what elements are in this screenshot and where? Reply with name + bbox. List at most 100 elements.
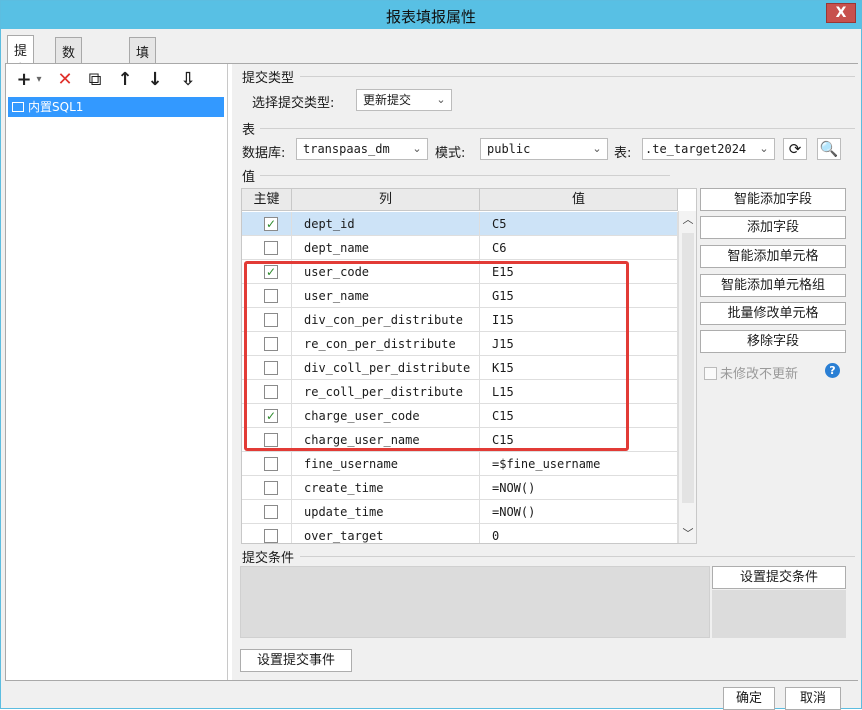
table-row[interactable]: dept_name C6 [242, 236, 678, 260]
database-select[interactable]: transpaas_dm ⌄ [296, 138, 428, 160]
preview-icon[interactable]: 🔍 [817, 138, 841, 160]
table-row[interactable]: ✓ charge_user_code C15 [242, 404, 678, 428]
copy-icon[interactable]: ⧉ [84, 69, 106, 91]
column-name-cell[interactable]: charge_user_name [292, 428, 480, 452]
value-cell[interactable]: C15 [480, 404, 678, 428]
set-submit-event-button[interactable]: 设置提交事件 [240, 649, 352, 672]
refresh-icon[interactable]: ⟳ [783, 138, 807, 160]
scroll-up-icon[interactable]: ︿ [679, 211, 696, 229]
table-row[interactable]: create_time =NOW() [242, 476, 678, 500]
value-cell[interactable]: C5 [480, 212, 678, 236]
primary-key-checkbox[interactable] [264, 241, 278, 255]
smart-add-field-button[interactable]: 智能添加字段 [700, 188, 846, 211]
table-row[interactable]: update_time =NOW() [242, 500, 678, 524]
primary-key-cell [242, 308, 292, 332]
value-cell[interactable]: E15 [480, 260, 678, 284]
checkbox-box[interactable] [704, 367, 717, 380]
tree-item-sql[interactable]: 内置SQL1 [8, 97, 224, 117]
close-button[interactable]: X [826, 3, 856, 23]
column-name-cell[interactable]: user_name [292, 284, 480, 308]
column-name-cell[interactable]: over_target [292, 524, 480, 543]
col-header-column[interactable]: 列 [292, 189, 480, 211]
column-name-cell[interactable]: user_code [292, 260, 480, 284]
primary-key-checkbox[interactable] [264, 337, 278, 351]
value-cell[interactable]: =NOW() [480, 500, 678, 524]
column-name-cell[interactable]: dept_id [292, 212, 480, 236]
add-icon[interactable]: + [14, 69, 34, 91]
table-row[interactable]: div_coll_per_distribute K15 [242, 356, 678, 380]
primary-key-checkbox[interactable] [264, 529, 278, 543]
value-cell[interactable]: C6 [480, 236, 678, 260]
value-cell[interactable]: I15 [480, 308, 678, 332]
table-row[interactable]: ✓ dept_id C5 [242, 212, 678, 236]
title-bar[interactable]: 报表填报属性 X [1, 1, 861, 29]
submit-condition-area [240, 566, 710, 638]
remove-field-button[interactable]: 移除字段 [700, 330, 846, 353]
smart-add-cell-button[interactable]: 智能添加单元格 [700, 245, 846, 268]
primary-key-checkbox[interactable] [264, 385, 278, 399]
add-dropdown-icon[interactable]: ▾ [34, 69, 44, 91]
column-name-cell[interactable]: div_coll_per_distribute [292, 356, 480, 380]
no-update-if-unchanged-checkbox[interactable]: 未修改不更新 [704, 363, 798, 382]
table-header: 主键 列 值 [242, 189, 678, 211]
primary-key-checkbox[interactable]: ✓ [264, 265, 278, 279]
column-name-cell[interactable]: re_coll_per_distribute [292, 380, 480, 404]
primary-key-checkbox[interactable] [264, 361, 278, 375]
primary-key-cell [242, 428, 292, 452]
tab-shortcut-settings[interactable]: 填报快捷键设置 [129, 37, 157, 175]
schema-select[interactable]: public ⌄ [480, 138, 608, 160]
delete-icon[interactable]: ✕ [54, 69, 76, 91]
vertical-scrollbar[interactable]: ︿ ﹀ [678, 211, 696, 543]
table-row[interactable]: div_con_per_distribute I15 [242, 308, 678, 332]
table-row[interactable]: fine_username =$fine_username [242, 452, 678, 476]
col-header-key[interactable]: 主键 [242, 189, 292, 211]
submit-type-select[interactable]: 更新提交 ⌄ [356, 89, 452, 111]
primary-key-checkbox[interactable]: ✓ [264, 409, 278, 423]
table-row[interactable]: ✓ user_code E15 [242, 260, 678, 284]
tab-data-validation[interactable]: 数据校验 [55, 37, 83, 118]
value-cell[interactable]: =$fine_username [480, 452, 678, 476]
value-cell[interactable]: L15 [480, 380, 678, 404]
scroll-thumb[interactable] [682, 233, 694, 503]
table-row[interactable]: re_con_per_distribute J15 [242, 332, 678, 356]
column-name-cell[interactable]: dept_name [292, 236, 480, 260]
set-submit-condition-button[interactable]: 设置提交条件 [712, 566, 846, 589]
value-cell[interactable]: G15 [480, 284, 678, 308]
primary-key-checkbox[interactable] [264, 505, 278, 519]
scroll-down-icon[interactable]: ﹀ [679, 525, 696, 543]
column-name-cell[interactable]: div_con_per_distribute [292, 308, 480, 332]
value-cell[interactable]: C15 [480, 428, 678, 452]
cancel-button[interactable]: 取消 [785, 687, 841, 710]
primary-key-checkbox[interactable]: ✓ [264, 217, 278, 231]
column-name-cell[interactable]: charge_user_code [292, 404, 480, 428]
value-cell[interactable]: 0 [480, 524, 678, 543]
schema-value: public [487, 142, 531, 156]
table-row[interactable]: over_target 0 [242, 524, 678, 543]
column-name-cell[interactable]: fine_username [292, 452, 480, 476]
add-field-button[interactable]: 添加字段 [700, 216, 846, 239]
value-cell[interactable]: =NOW() [480, 476, 678, 500]
tab-submit[interactable]: 提交 [7, 35, 35, 78]
primary-key-checkbox[interactable] [264, 457, 278, 471]
table-row[interactable]: user_name G15 [242, 284, 678, 308]
column-name-cell[interactable]: create_time [292, 476, 480, 500]
column-name-cell[interactable]: re_con_per_distribute [292, 332, 480, 356]
value-cell[interactable]: J15 [480, 332, 678, 356]
batch-modify-cell-button[interactable]: 批量修改单元格 [700, 302, 846, 325]
table-row[interactable]: charge_user_name C15 [242, 428, 678, 452]
move-down-icon[interactable]: ↓ [144, 69, 166, 91]
ok-button[interactable]: 确定 [723, 687, 775, 710]
move-up-icon[interactable]: ↑ [114, 69, 136, 91]
help-icon[interactable]: ? [825, 363, 840, 378]
primary-key-checkbox[interactable] [264, 481, 278, 495]
value-cell[interactable]: K15 [480, 356, 678, 380]
col-header-value[interactable]: 值 [480, 189, 678, 211]
primary-key-checkbox[interactable] [264, 433, 278, 447]
primary-key-checkbox[interactable] [264, 313, 278, 327]
table-select[interactable]: .te_target2024 ⌄ [642, 138, 775, 160]
column-name-cell[interactable]: update_time [292, 500, 480, 524]
primary-key-checkbox[interactable] [264, 289, 278, 303]
smart-add-cell-group-button[interactable]: 智能添加单元格组 [700, 274, 846, 297]
sort-icon[interactable]: ⇩ [176, 69, 200, 91]
table-row[interactable]: re_coll_per_distribute L15 [242, 380, 678, 404]
